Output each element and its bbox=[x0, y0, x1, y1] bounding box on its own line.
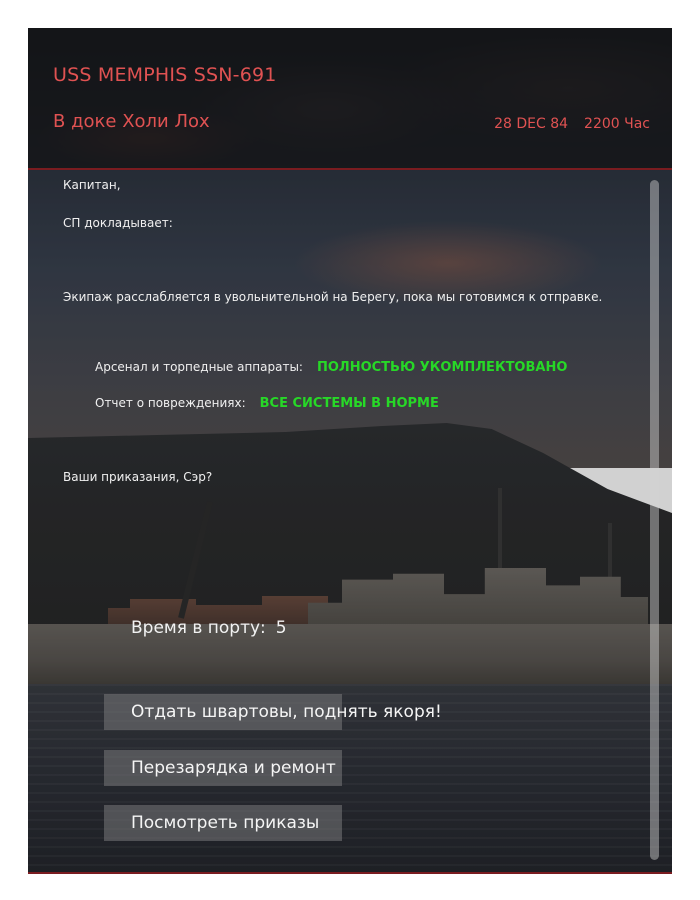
briefing-header: USS MEMPHIS SSN-691 В доке Холи Лох 28 D… bbox=[28, 28, 672, 170]
orders-question: Ваши приказания, Сэр? bbox=[63, 470, 213, 484]
time-in-port: Время в порту: 5 bbox=[131, 618, 287, 638]
arsenal-label: Арсенал и торпедные аппараты: bbox=[95, 360, 303, 374]
current-date: 28 DEC 84 bbox=[494, 116, 569, 132]
report-reporter: СП докладывает: bbox=[63, 216, 173, 230]
current-time: 2200 Час bbox=[584, 116, 650, 132]
bottom-divider bbox=[28, 872, 672, 874]
port-time-value: 5 bbox=[275, 618, 287, 638]
damage-value: ВСЕ СИСТЕМЫ В НОРМЕ bbox=[259, 396, 439, 411]
vessel-name: USS MEMPHIS SSN-691 bbox=[53, 64, 277, 86]
damage-label: Отчет о повреждениях: bbox=[95, 396, 246, 410]
arsenal-status: Арсенал и торпедные аппараты: ПОЛНОСТЬЮ … bbox=[95, 360, 567, 375]
report-greeting: Капитан, bbox=[63, 178, 121, 192]
view-orders-button[interactable]: Посмотреть приказы bbox=[104, 805, 342, 841]
rearm-repair-button[interactable]: Перезарядка и ремонт bbox=[104, 750, 342, 786]
cast-off-button[interactable]: Отдать швартовы, поднять якоря! bbox=[104, 694, 442, 730]
report-scrollbar[interactable] bbox=[650, 180, 659, 860]
crew-status: Экипаж расслабляется в увольнительной на… bbox=[63, 290, 603, 304]
arsenal-value: ПОЛНОСТЬЮ УКОМПЛЕКТОВАНО bbox=[316, 360, 568, 375]
port-briefing-panel: USS MEMPHIS SSN-691 В доке Холи Лох 28 D… bbox=[28, 28, 672, 874]
vessel-location: В доке Холи Лох bbox=[53, 111, 210, 132]
date-time: 28 DEC 84 2200 Час bbox=[494, 116, 650, 132]
damage-status: Отчет о повреждениях: ВСЕ СИСТЕМЫ В НОРМ… bbox=[95, 396, 439, 411]
port-time-label: Время в порту: bbox=[131, 618, 266, 638]
